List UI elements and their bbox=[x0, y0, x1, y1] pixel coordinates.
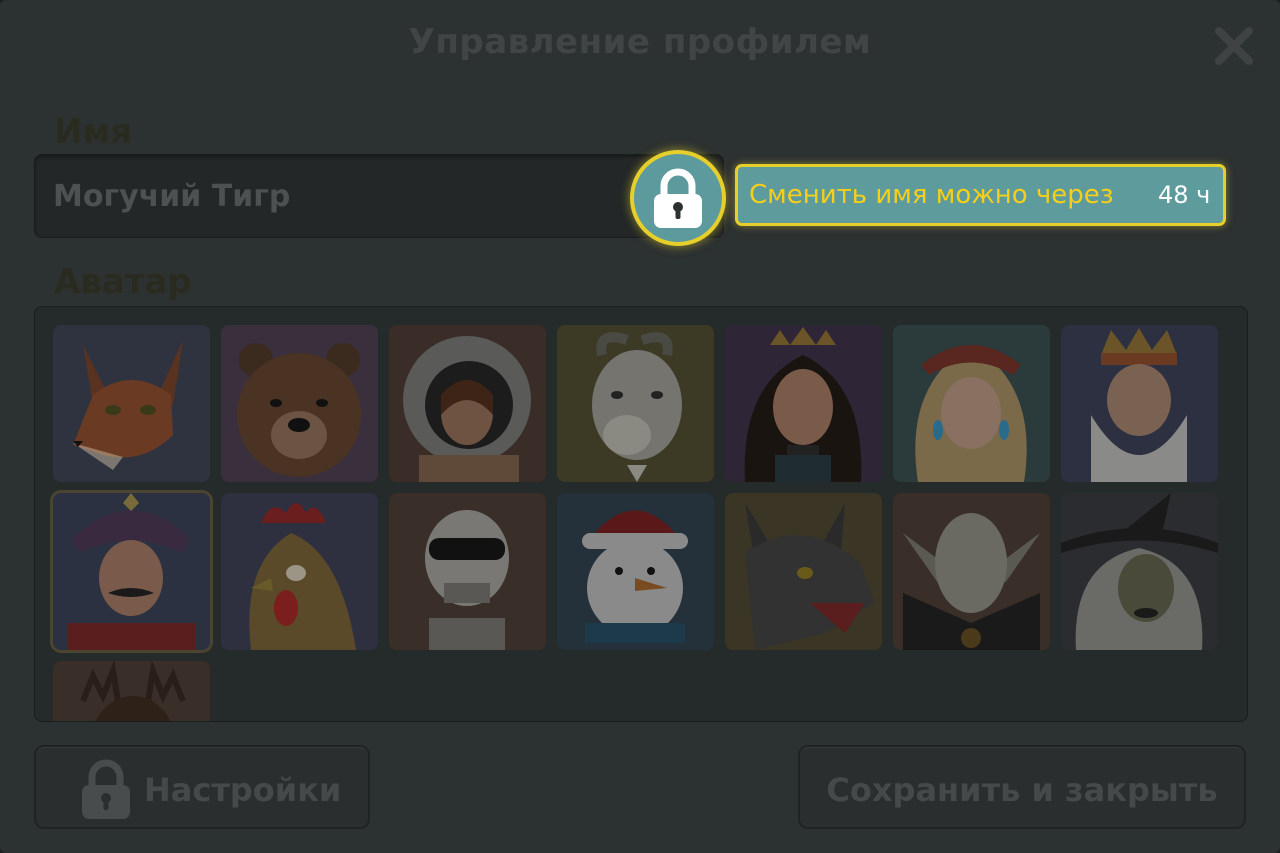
avatar-blonde-girl[interactable] bbox=[893, 325, 1050, 482]
name-label: Имя bbox=[54, 112, 133, 152]
save-label: Сохранить и закрыть bbox=[826, 771, 1218, 809]
lock-icon bbox=[82, 759, 130, 819]
settings-label: Настройки bbox=[144, 771, 342, 809]
rename-cooldown-tooltip: Сменить имя можно через 48 ч bbox=[735, 164, 1226, 226]
avatar-rooster[interactable] bbox=[221, 493, 378, 650]
avatar-skeleton[interactable] bbox=[389, 493, 546, 650]
avatar-vampire[interactable] bbox=[893, 493, 1050, 650]
avatar-king[interactable] bbox=[1061, 325, 1218, 482]
dialog-title: Управление профилем bbox=[408, 22, 872, 62]
avatar-deer[interactable] bbox=[53, 661, 210, 721]
settings-button[interactable]: Настройки bbox=[34, 745, 370, 829]
tooltip-time: 48 ч bbox=[1158, 181, 1211, 209]
avatar-witch[interactable] bbox=[1061, 493, 1218, 650]
avatar-goat[interactable] bbox=[557, 325, 714, 482]
avatar-grid bbox=[34, 306, 1248, 722]
avatar-queen[interactable] bbox=[725, 325, 882, 482]
avatar-snowman[interactable] bbox=[557, 493, 714, 650]
avatar-wolf[interactable] bbox=[725, 493, 882, 650]
profile-dialog: Управление профилем Имя Могучий Тигр Сме… bbox=[0, 0, 1280, 853]
avatar-fox[interactable] bbox=[53, 325, 210, 482]
name-input[interactable]: Могучий Тигр bbox=[34, 154, 724, 238]
name-value: Могучий Тигр bbox=[53, 179, 291, 214]
lock-icon[interactable] bbox=[630, 150, 726, 246]
close-icon[interactable] bbox=[1212, 24, 1256, 68]
avatar-hussar[interactable] bbox=[53, 493, 210, 650]
tooltip-message: Сменить имя можно через bbox=[749, 180, 1114, 210]
avatar-bear[interactable] bbox=[221, 325, 378, 482]
avatar-astronaut[interactable] bbox=[389, 325, 546, 482]
save-and-close-button[interactable]: Сохранить и закрыть bbox=[798, 745, 1246, 829]
avatar-label: Аватар bbox=[54, 262, 192, 302]
